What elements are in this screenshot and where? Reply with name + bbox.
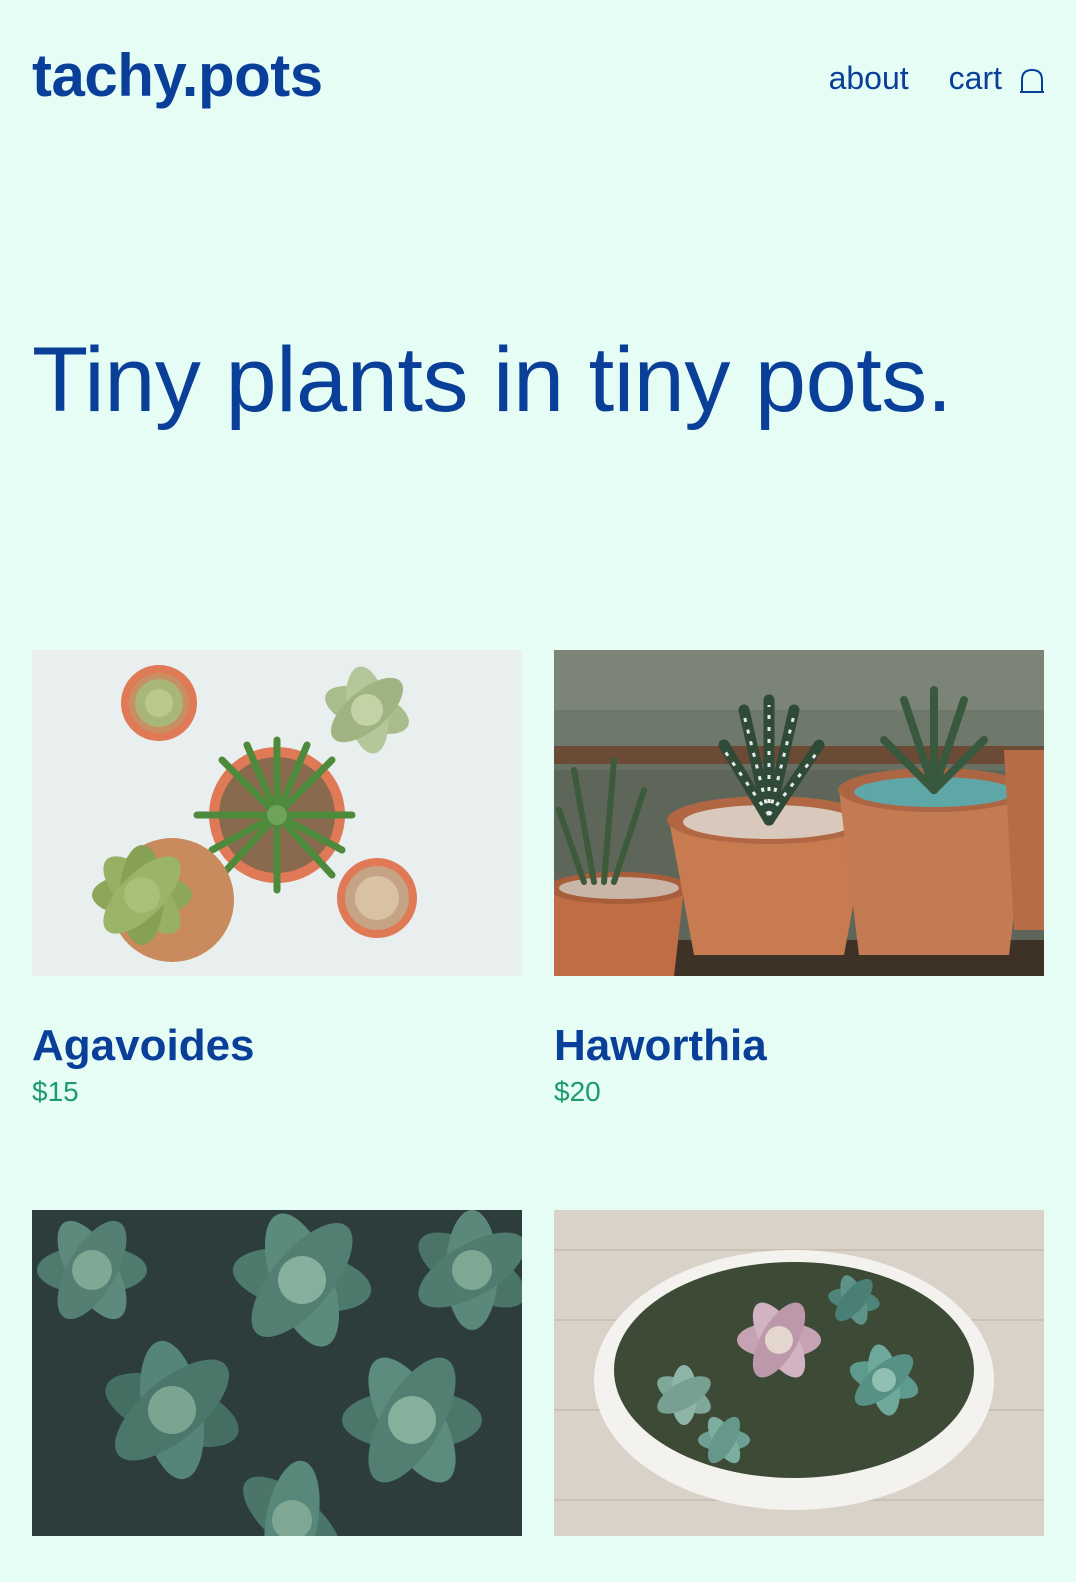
product-card[interactable]: Agavoides $15 bbox=[32, 650, 522, 1108]
site-logo[interactable]: tachy.pots bbox=[32, 46, 323, 106]
product-image[interactable] bbox=[32, 1210, 522, 1536]
nav-about-label: about bbox=[828, 59, 909, 96]
nav-about-link[interactable]: about bbox=[829, 60, 909, 97]
nav-cart-link[interactable]: cart bbox=[949, 60, 1044, 97]
product-name: Agavoides bbox=[32, 1021, 255, 1070]
product-image[interactable] bbox=[554, 650, 1044, 976]
product-name: Haworthia bbox=[554, 1021, 767, 1070]
product-price: $15 bbox=[32, 1076, 79, 1108]
product-card[interactable] bbox=[32, 1210, 522, 1582]
product-image[interactable] bbox=[554, 1210, 1044, 1536]
product-card[interactable] bbox=[554, 1210, 1044, 1582]
product-card[interactable]: Haworthia $20 bbox=[554, 650, 1044, 1108]
site-header: tachy.pots about cart bbox=[32, 44, 1044, 116]
product-image[interactable] bbox=[32, 650, 522, 976]
main-nav: about cart bbox=[829, 60, 1044, 97]
nav-cart-label: cart bbox=[948, 59, 1002, 96]
shopping-bag-icon bbox=[1020, 65, 1044, 93]
product-price: $20 bbox=[554, 1076, 601, 1108]
hero-headline: Tiny plants in tiny pots. bbox=[32, 329, 952, 431]
